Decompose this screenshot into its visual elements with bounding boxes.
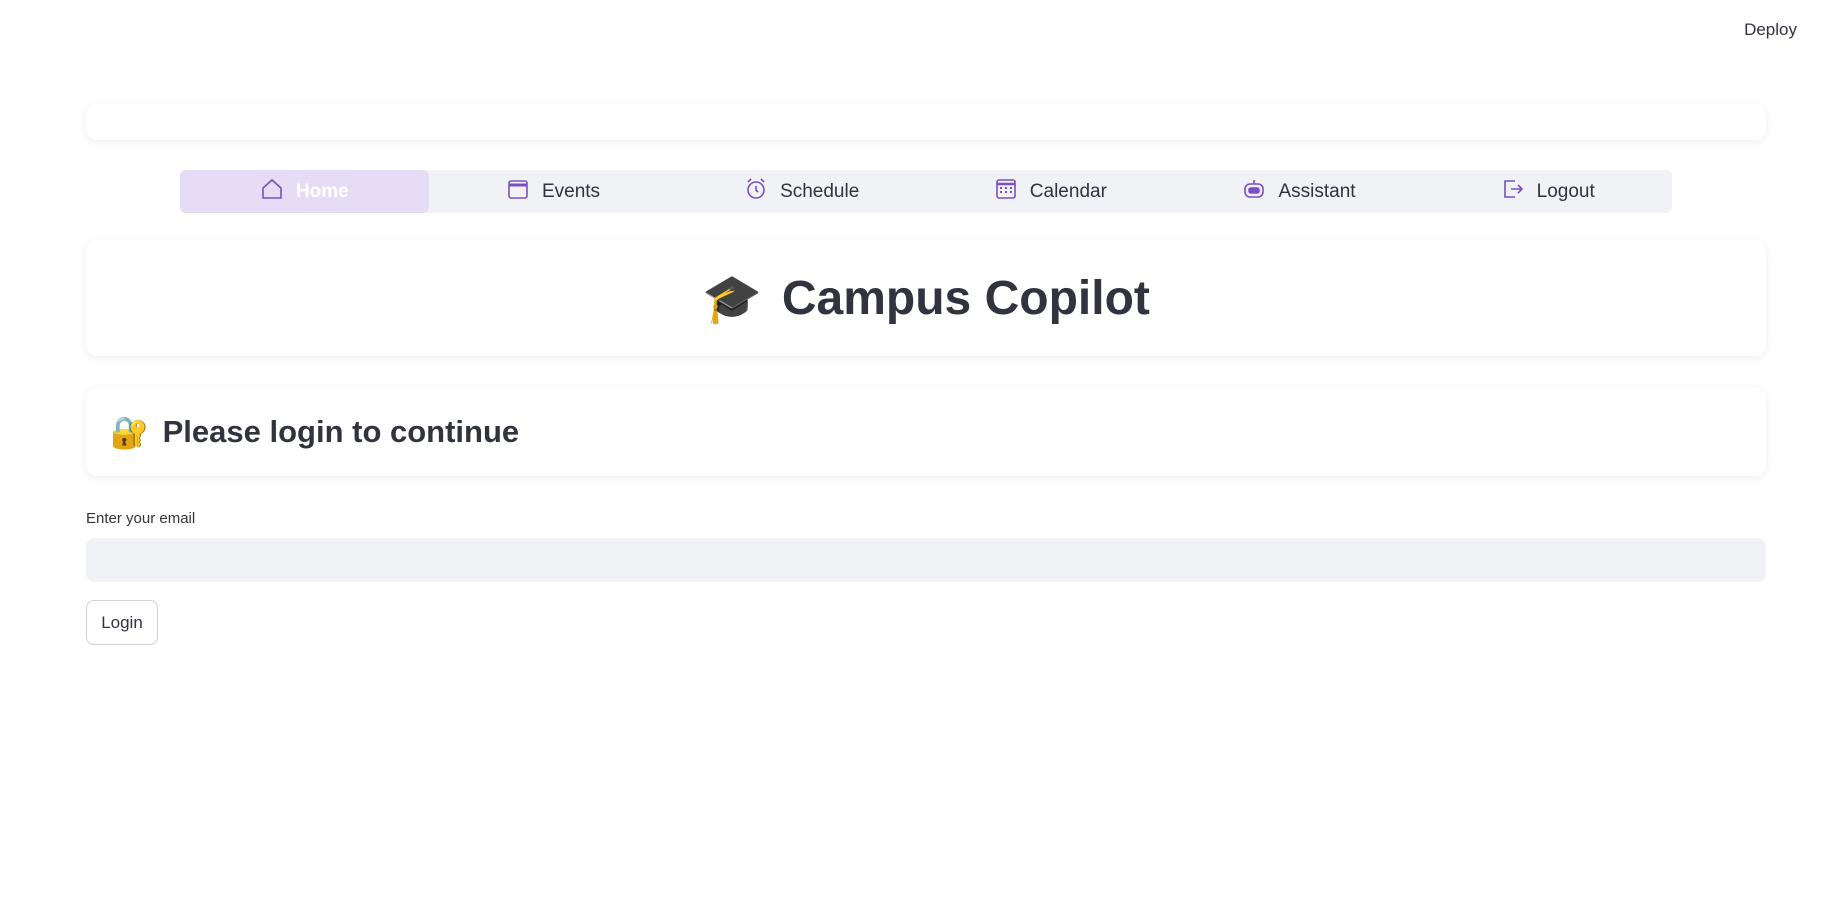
page-title-text: Campus Copilot: [781, 271, 1150, 325]
title-card: 🎓 Campus Copilot: [86, 240, 1766, 356]
login-card: 🔐 Please login to continue: [86, 388, 1766, 476]
top-container: [86, 104, 1766, 140]
calendar-blank-icon: [506, 177, 530, 207]
email-input[interactable]: [86, 538, 1766, 582]
login-button[interactable]: Login: [86, 600, 158, 645]
tab-home-label: Home: [295, 180, 349, 202]
nav-menu: Home Events Schedule Calendar Assistant …: [180, 170, 1672, 213]
alarm-clock-icon: [744, 177, 768, 207]
login-heading: 🔐 Please login to continue: [110, 414, 519, 451]
email-label: Enter your email: [86, 510, 196, 527]
tab-logout-label: Logout: [1536, 180, 1595, 202]
tab-assistant[interactable]: Assistant: [1175, 170, 1424, 213]
home-icon: [260, 177, 284, 207]
calendar-grid-icon: [994, 177, 1018, 207]
tab-schedule[interactable]: Schedule: [677, 170, 926, 213]
graduation-cap-icon: 🎓: [702, 272, 762, 326]
deploy-button[interactable]: Deploy: [1744, 20, 1797, 40]
lock-icon: 🔐: [110, 414, 149, 450]
tab-assistant-label: Assistant: [1278, 180, 1356, 202]
tab-logout[interactable]: Logout: [1423, 170, 1672, 213]
tab-events-label: Events: [541, 180, 601, 202]
tab-events[interactable]: Events: [429, 170, 678, 213]
page-title: 🎓 Campus Copilot: [702, 270, 1150, 327]
robot-icon: [1242, 177, 1266, 207]
login-heading-text: Please login to continue: [162, 414, 520, 449]
tab-home[interactable]: Home: [180, 170, 429, 213]
tab-calendar-label: Calendar: [1029, 180, 1107, 202]
logout-icon: [1501, 177, 1525, 207]
tab-schedule-label: Schedule: [780, 180, 860, 202]
tab-calendar[interactable]: Calendar: [926, 170, 1175, 213]
